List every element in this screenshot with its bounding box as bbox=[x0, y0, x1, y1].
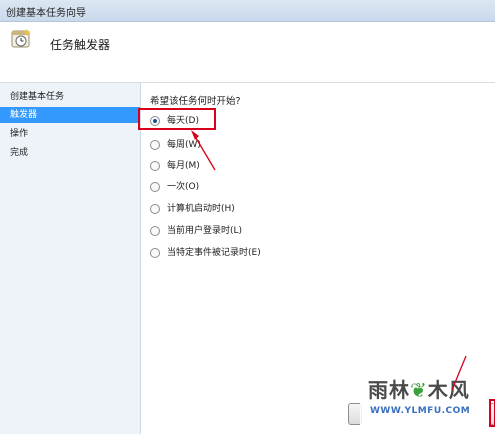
watermark-url: WWW.YLMFU.COM bbox=[370, 406, 471, 416]
sidebar-item-action[interactable]: 操作 bbox=[0, 126, 140, 142]
watermark: 雨林❦木风 WWW.YLMFU.COM bbox=[360, 370, 488, 430]
radio-button-icon[interactable] bbox=[150, 226, 160, 236]
title-bar: 创建基本任务向导 bbox=[0, 0, 495, 22]
radio-label: 每周(W) bbox=[167, 140, 201, 150]
radio-label: 当特定事件被记录时(E) bbox=[167, 248, 261, 258]
watermark-logo: 雨林❦木风 bbox=[368, 378, 470, 402]
page-title: 任务触发器 bbox=[50, 38, 111, 52]
trigger-question: 希望该任务何时开始? bbox=[150, 96, 241, 107]
wizard-header: 任务触发器 bbox=[0, 22, 495, 83]
radio-label: 计算机启动时(H) bbox=[167, 204, 235, 214]
radio-computer-startup[interactable]: 计算机启动时(H) bbox=[150, 202, 235, 216]
sidebar-item-trigger[interactable]: 触发器 bbox=[0, 107, 140, 123]
wizard-sidebar: 创建基本任务 触发器 操作 完成 bbox=[0, 83, 141, 434]
radio-label: 当前用户登录时(L) bbox=[167, 226, 243, 236]
radio-button-icon[interactable] bbox=[150, 140, 160, 150]
clock-task-icon bbox=[11, 29, 30, 48]
radio-label: 每月(M) bbox=[167, 161, 200, 171]
sidebar-item-create-basic-task[interactable]: 创建基本任务 bbox=[0, 89, 140, 105]
radio-button-icon[interactable] bbox=[150, 161, 160, 171]
sidebar-item-label: 完成 bbox=[10, 148, 29, 158]
sidebar-item-label: 创建基本任务 bbox=[10, 92, 65, 102]
next-button[interactable] bbox=[489, 403, 495, 425]
radio-button-icon[interactable] bbox=[150, 204, 160, 214]
window-title: 创建基本任务向导 bbox=[6, 8, 86, 19]
sidebar-item-label: 触发器 bbox=[10, 110, 38, 120]
sidebar-item-label: 操作 bbox=[10, 129, 29, 139]
highlight-box bbox=[138, 108, 216, 130]
radio-user-logon[interactable]: 当前用户登录时(L) bbox=[150, 224, 242, 238]
radio-once[interactable]: 一次(O) bbox=[150, 180, 199, 194]
radio-label: 一次(O) bbox=[167, 182, 200, 192]
radio-button-icon[interactable] bbox=[150, 182, 160, 192]
sidebar-item-finish[interactable]: 完成 bbox=[0, 145, 140, 161]
radio-event-logged[interactable]: 当特定事件被记录时(E) bbox=[150, 246, 261, 260]
radio-monthly[interactable]: 每月(M) bbox=[150, 159, 200, 173]
radio-button-icon[interactable] bbox=[150, 248, 160, 258]
radio-weekly[interactable]: 每周(W) bbox=[150, 138, 201, 152]
